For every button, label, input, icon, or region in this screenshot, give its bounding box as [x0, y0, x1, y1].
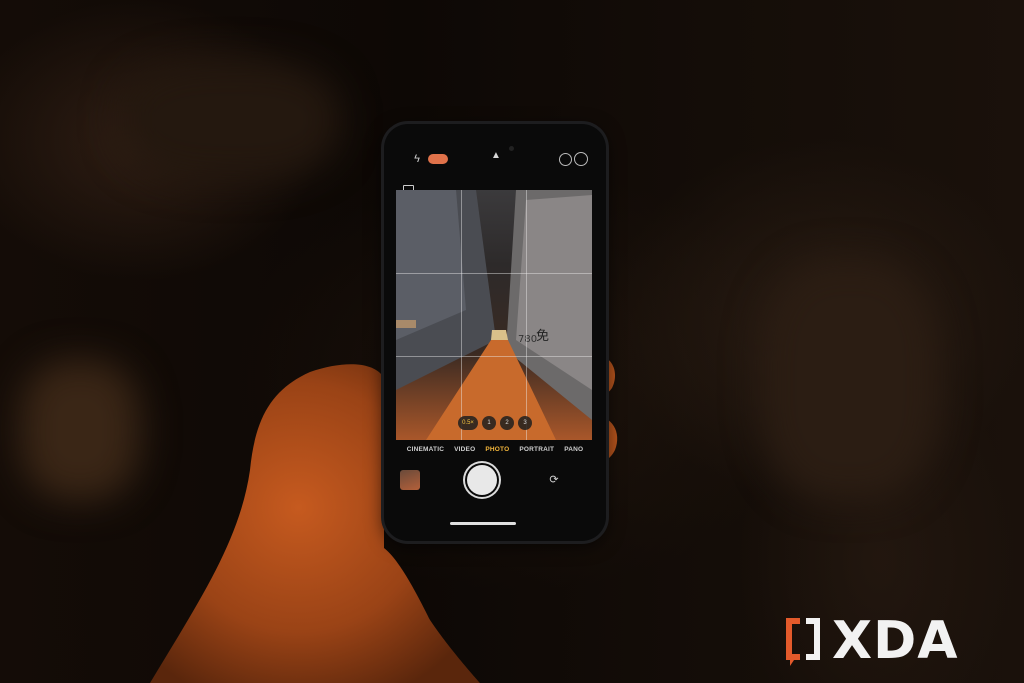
zoom-selector: 0.5× 1 2 3 [384, 416, 606, 432]
grid-line-h2 [396, 356, 592, 357]
photo-thumbnail[interactable] [400, 470, 420, 490]
flash-off-icon[interactable]: ϟ [410, 152, 424, 166]
grid-line-h1 [396, 273, 592, 274]
grid-line-v2 [526, 190, 527, 440]
front-camera [509, 146, 514, 151]
mode-pano[interactable]: PANO [564, 446, 583, 460]
timer-icon[interactable] [559, 153, 572, 166]
zoom-option-2x[interactable]: 2 [500, 416, 514, 430]
mode-video[interactable]: VIDEO [454, 446, 475, 460]
zoom-option-0.5x[interactable]: 0.5× [458, 416, 478, 430]
grid-line-v1 [461, 190, 462, 440]
zoom-option-1x[interactable]: 1 [482, 416, 496, 430]
live-photo-badge[interactable] [428, 154, 448, 164]
zoom-option-3x[interactable]: 3 [518, 416, 532, 430]
camera-top-bar: ϟ ▲ [384, 150, 606, 166]
home-indicator [450, 522, 516, 525]
camera-mode-selector: CINEMATIC VIDEO PHOTO PORTRAIT PANO [384, 446, 606, 460]
xda-logo-text: XDA [832, 611, 959, 671]
mode-photo[interactable]: PHOTO [485, 446, 509, 460]
switch-camera-icon[interactable]: ⟳ [548, 474, 560, 486]
xda-logo-bracket-icon [786, 618, 820, 666]
phone: ϟ ▲ 免 780 0.5× 1 2 3 CINEMATIC VIDEO PHO… [384, 124, 606, 541]
shutter-button[interactable] [467, 465, 497, 495]
live-photo-icon[interactable] [574, 152, 588, 166]
alley-scene: 免 780 [396, 190, 592, 440]
chevron-up-icon[interactable]: ▲ [489, 150, 503, 164]
viewfinder[interactable]: 免 780 [396, 190, 592, 440]
xda-watermark: XDA [784, 611, 959, 671]
svg-text:免: 免 [536, 329, 549, 344]
mode-cinematic[interactable]: CINEMATIC [407, 446, 444, 460]
svg-text:780: 780 [518, 334, 537, 345]
mode-portrait[interactable]: PORTRAIT [519, 446, 554, 460]
